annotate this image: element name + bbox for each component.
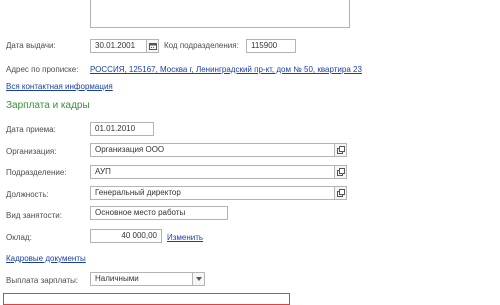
division-label: Подразделение: (6, 168, 67, 177)
position-label: Должность: (6, 190, 49, 199)
address-label: Адрес по прописке: (6, 65, 79, 74)
hire-date-input[interactable]: 01.01.2010 (90, 122, 154, 136)
issue-date-calendar-button[interactable] (146, 39, 159, 53)
organization-input[interactable]: Организация ООО (90, 143, 335, 157)
position-input[interactable]: Генеральный директор (90, 186, 335, 200)
dept-code-input[interactable]: 115900 (246, 39, 296, 53)
required-field-highlighted[interactable] (3, 293, 290, 305)
organization-label: Организация: (6, 147, 57, 156)
issue-date-input[interactable]: 30.01.2001 (90, 39, 148, 53)
calendar-icon (148, 43, 157, 50)
salary-payment-label: Выплата зарплаты: (6, 276, 79, 285)
memo-text-fragment (97, 0, 157, 1)
salary-payment-select[interactable]: Наличными (90, 272, 194, 286)
employment-type-input[interactable]: Основное место работы (90, 206, 228, 220)
address-link[interactable]: РОССИЯ, 125167, Москва г, Ленинградский … (90, 65, 362, 75)
hr-documents-link[interactable]: Кадровые документы (6, 254, 86, 264)
open-form-icon (336, 189, 345, 197)
salary-section-title: Зарплата и кадры (6, 100, 90, 111)
change-salary-link[interactable]: Изменить (167, 233, 203, 243)
salary-label: Оклад: (6, 233, 32, 242)
all-contacts-link[interactable]: Вся контактная информация (6, 82, 113, 92)
organization-open-button[interactable] (334, 143, 347, 157)
notes-memo-field[interactable] (90, 0, 350, 28)
dept-code-label: Код подразделения: (164, 41, 239, 50)
salary-input[interactable]: 40 000,00 (90, 229, 162, 243)
salary-payment-dropdown-button[interactable] (192, 272, 205, 286)
position-open-button[interactable] (334, 186, 347, 200)
open-form-icon (336, 168, 345, 176)
division-input[interactable]: АУП (90, 165, 335, 179)
open-form-icon (336, 146, 345, 154)
division-open-button[interactable] (334, 165, 347, 179)
chevron-down-icon (195, 277, 202, 281)
hire-date-label: Дата приема: (6, 125, 56, 134)
employment-type-label: Вид занятости: (6, 211, 62, 220)
issue-date-label: Дата выдачи: (6, 41, 56, 50)
